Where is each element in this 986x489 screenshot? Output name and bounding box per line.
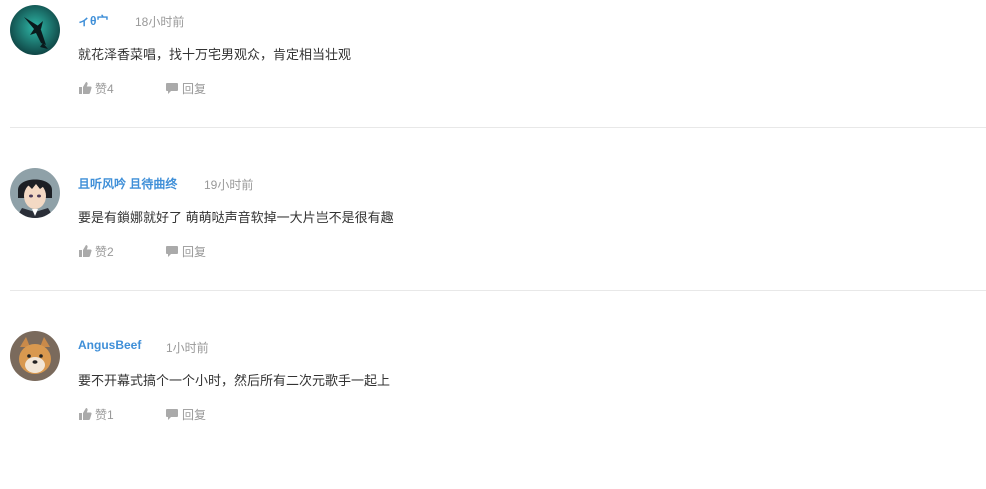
comment-text: 要是有鎖娜就好了 萌萌哒声音软掉一大片岂不是很有趣 [78,210,394,225]
divider [10,290,986,291]
reply-button[interactable]: 回复 [165,243,206,259]
speech-bubble-icon [166,83,178,94]
username-link[interactable]: ィθ宀 [78,12,109,29]
timestamp: 19小时前 [204,178,254,192]
thumbs-up-icon [79,245,92,257]
reply-button[interactable]: 回复 [165,80,206,96]
avatar[interactable] [10,168,60,218]
thumbs-up-icon [79,82,92,94]
speech-bubble-icon [166,409,178,420]
reply-label: 回复 [182,81,207,96]
reply-label: 回复 [182,407,207,422]
comment-item: 且听风吟 且待曲终 19小时前 要是有鎖娜就好了 萌萌哒声音软掉一大片岂不是很有… [0,163,986,326]
comment-item: AngusBeef 1小时前 要不开幕式搞个一个小时，然后所有二次元歌手一起上 … [0,326,986,489]
username-link[interactable]: 且听风吟 且待曲终 [78,175,177,192]
like-button[interactable]: 赞1 [78,406,114,422]
like-button[interactable]: 赞4 [78,80,114,96]
like-count: 赞2 [95,244,114,259]
reply-button[interactable]: 回复 [165,406,206,422]
like-count: 赞1 [95,407,114,422]
avatar[interactable] [10,5,60,55]
comment-text: 就花泽香菜唱，找十万宅男观众，肯定相当壮观 [78,47,352,62]
shark-icon [10,5,60,55]
divider [10,127,986,128]
comment-item: ィθ宀 18小时前 就花泽香菜唱，找十万宅男观众，肯定相当壮观 赞4 回复 [0,0,986,163]
timestamp: 18小时前 [135,15,185,29]
timestamp: 1小时前 [166,341,209,355]
comment-text: 要不开幕式搞个一个小时，然后所有二次元歌手一起上 [78,373,391,388]
anime-boy-icon [10,168,60,218]
like-count: 赞4 [95,81,114,96]
speech-bubble-icon [166,246,178,257]
shiba-dog-icon [10,331,60,381]
thumbs-up-icon [79,408,92,420]
like-button[interactable]: 赞2 [78,243,114,259]
avatar[interactable] [10,331,60,381]
reply-label: 回复 [182,244,207,259]
username-link[interactable]: AngusBeef [78,338,141,352]
